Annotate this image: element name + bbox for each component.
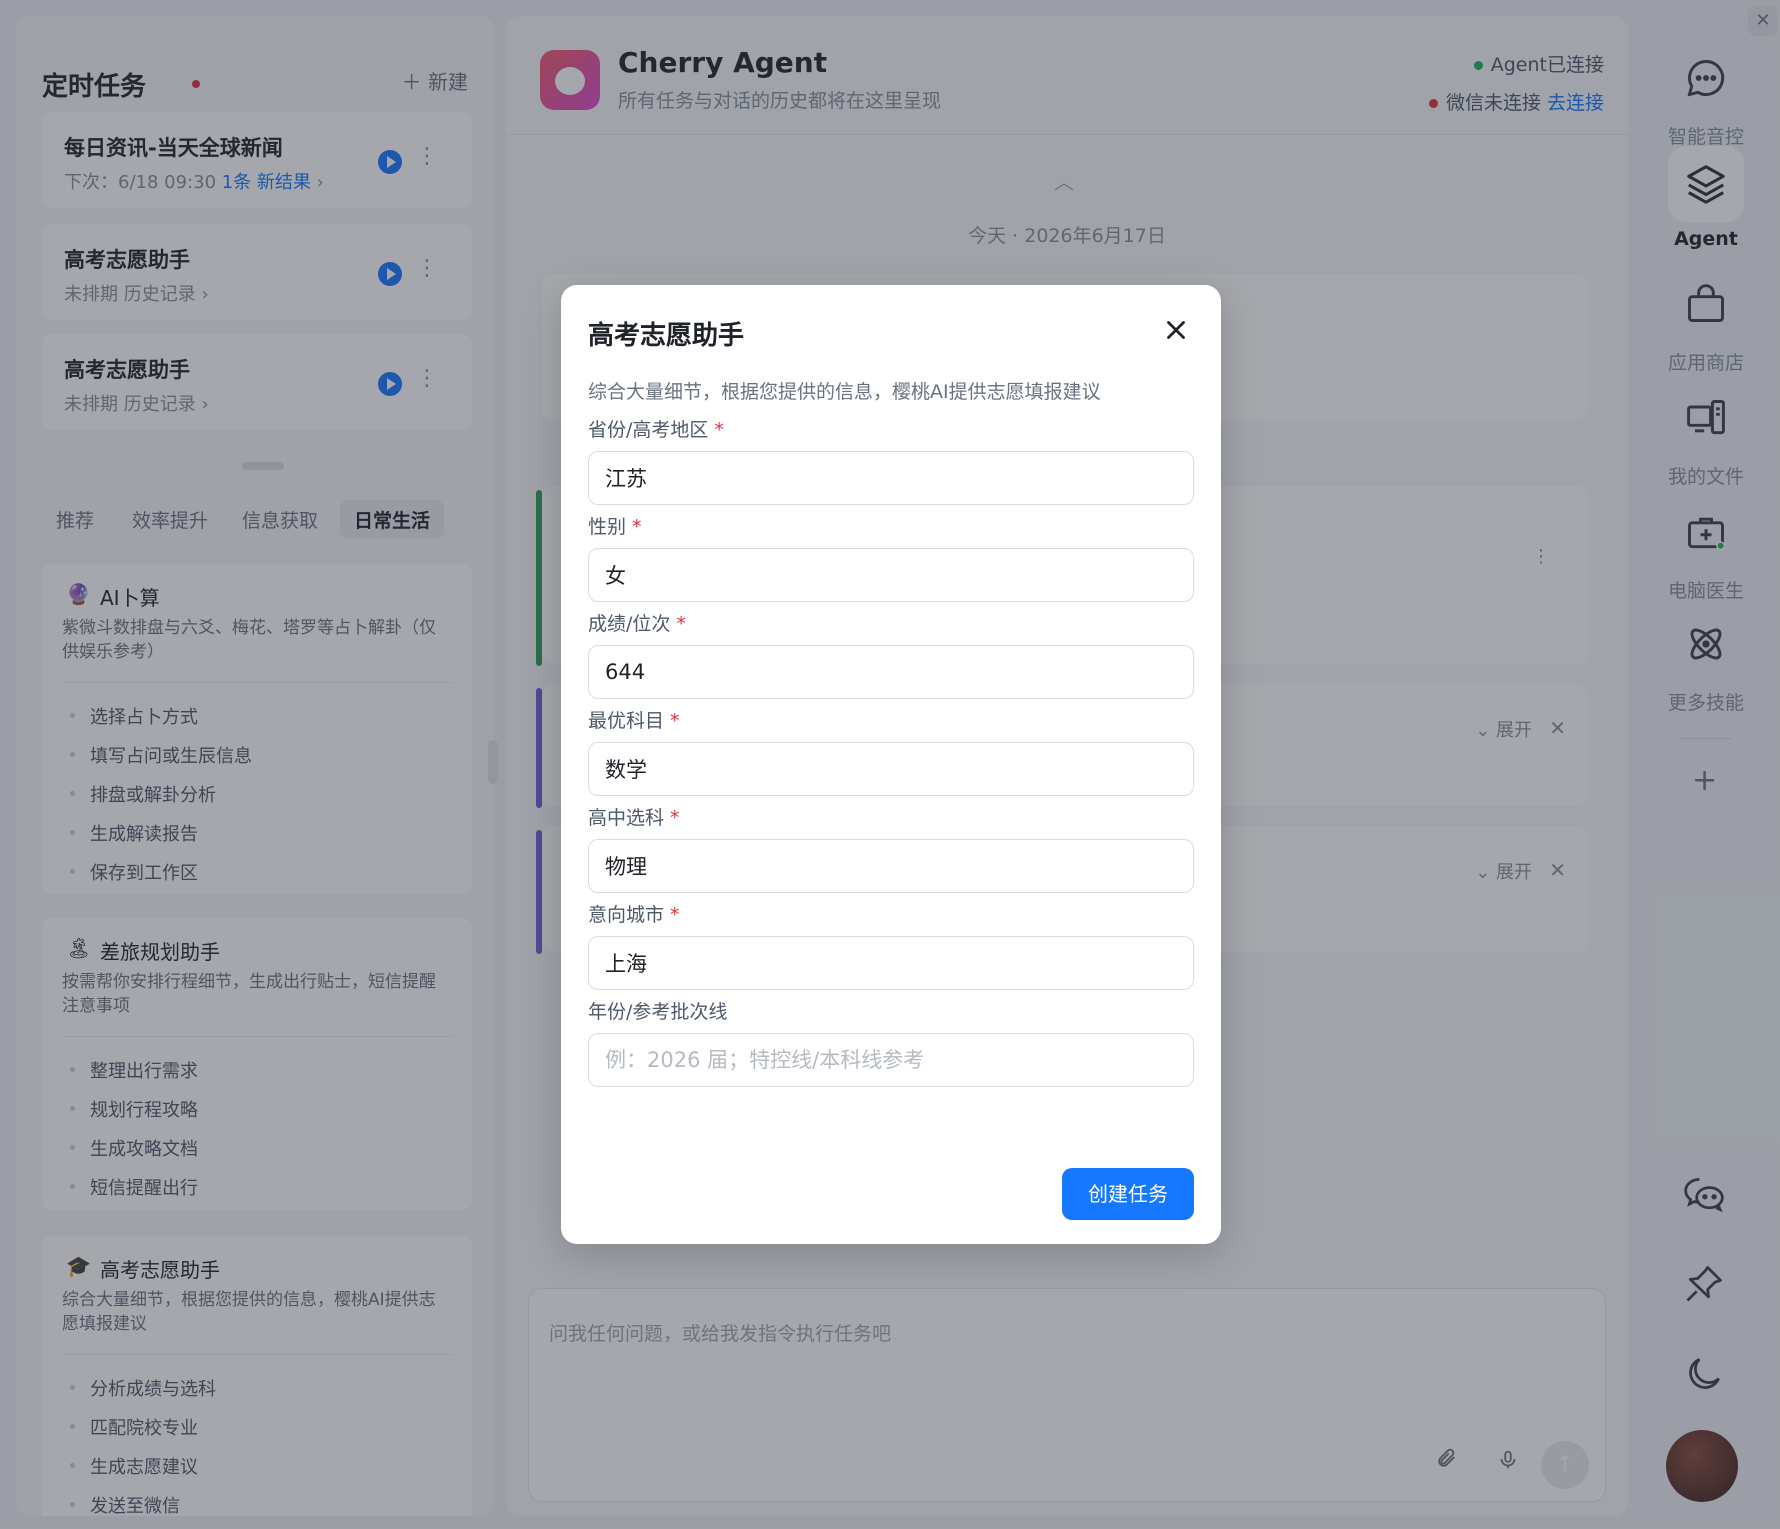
field-label: 高中选科 * [588,803,1194,831]
field-label: 意向城市 * [588,900,1194,928]
field-gender: 性别 * [588,512,1194,602]
field-label: 省份/高考地区 * [588,415,1194,443]
target-city-input[interactable] [588,936,1194,990]
required-mark: * [670,807,680,829]
field-target-city: 意向城市 * [588,900,1194,990]
province-input[interactable] [588,451,1194,505]
field-label: 最优科目 * [588,706,1194,734]
field-label: 年份/参考批次线 [588,1001,728,1023]
field-province: 省份/高考地区 * [588,415,1194,505]
label-text: 高中选科 [588,807,665,829]
field-label: 性别 * [588,512,1194,540]
required-mark: * [676,613,686,635]
required-mark: * [714,419,724,441]
create-task-button[interactable]: 创建任务 [1062,1168,1194,1220]
required-mark: * [670,904,680,926]
year-batch-input[interactable] [588,1033,1194,1087]
field-year-batch: 年份/参考批次线 [588,997,1194,1087]
field-score: 成绩/位次 * [588,609,1194,699]
required-mark: * [632,516,642,538]
dialog-description: 综合大量细节，根据您提供的信息，樱桃AI提供志愿填报建议 [588,381,1101,403]
close-icon[interactable] [1161,315,1191,345]
label-text: 最优科目 [588,710,665,732]
score-input[interactable] [588,645,1194,699]
label-text: 意向城市 [588,904,665,926]
dialog-title: 高考志愿助手 [588,321,745,351]
elective-input[interactable] [588,839,1194,893]
label-text: 性别 [588,516,627,538]
label-text: 省份/高考地区 [588,419,709,441]
create-task-dialog: 高考志愿助手 综合大量细节，根据您提供的信息，樱桃AI提供志愿填报建议 省份/高… [561,285,1221,1244]
required-mark: * [670,710,680,732]
gender-input[interactable] [588,548,1194,602]
field-elective: 高中选科 * [588,803,1194,893]
best-subject-input[interactable] [588,742,1194,796]
form-scroll-area[interactable]: 省份/高考地区* 性别* 成绩/位次* 最优科目* 高中选科* 意向城市* 年份… [561,415,1221,1137]
field-label: 成绩/位次 * [588,609,1194,637]
field-best-subject: 最优科目 * [588,706,1194,796]
label-text: 成绩/位次 [588,613,671,635]
